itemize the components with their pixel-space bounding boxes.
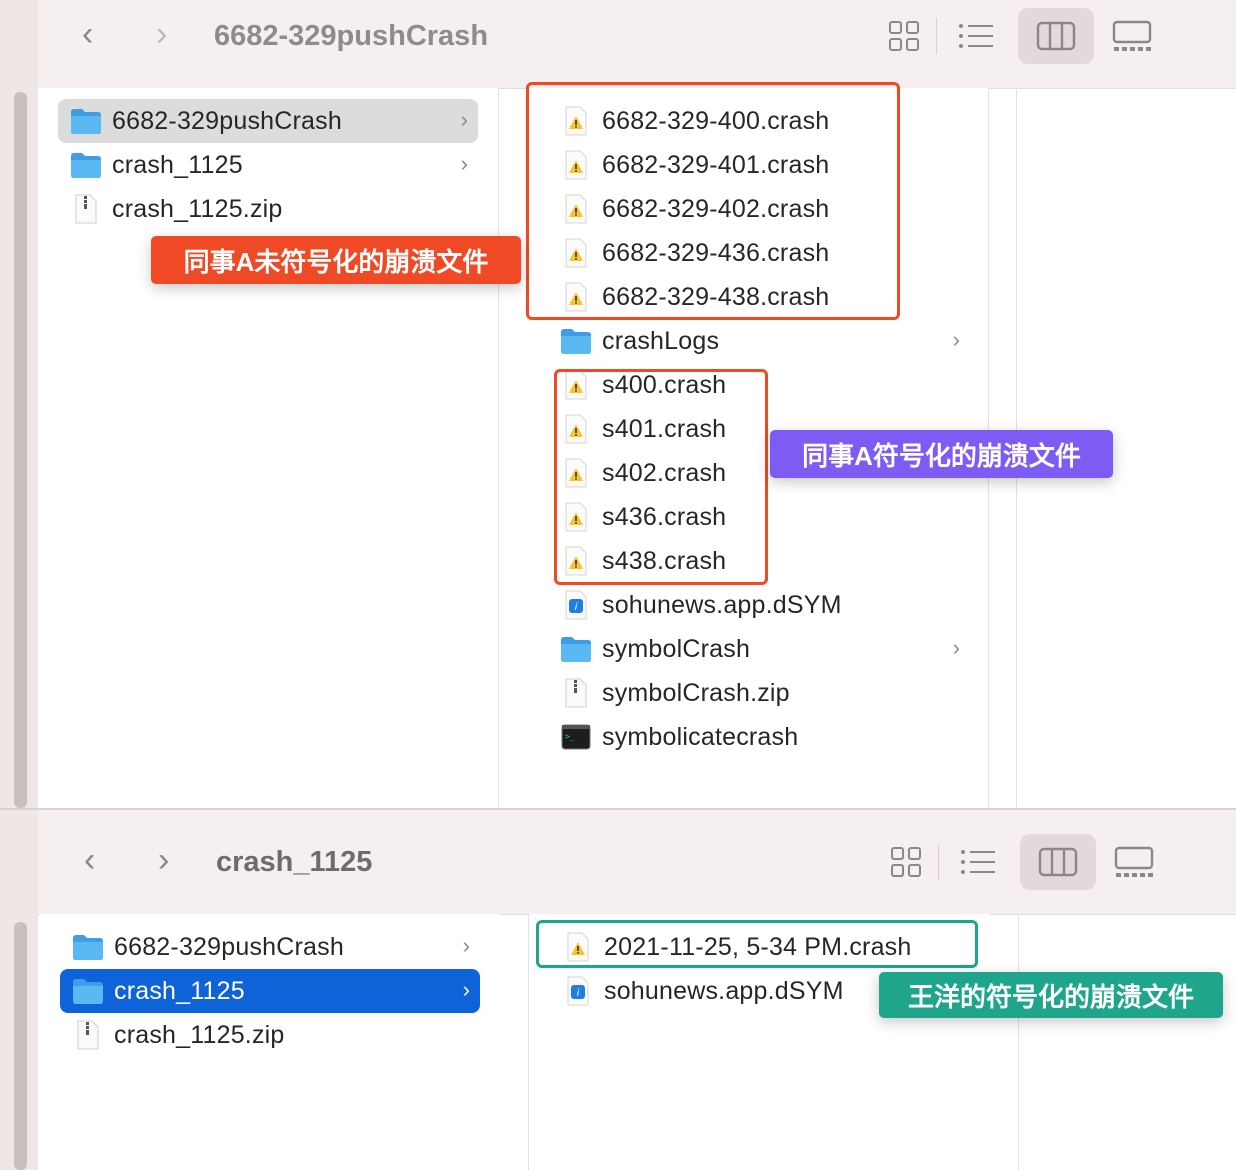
icon-view-button[interactable]: [868, 834, 944, 890]
chevron-right-icon: ›: [460, 151, 468, 176]
unsymbolicated-highlight-box: [526, 82, 900, 320]
gallery-view-button[interactable]: [1094, 8, 1170, 64]
divider: [936, 18, 937, 54]
chevron-right-icon: ›: [952, 327, 960, 352]
dsym-icon: i: [554, 583, 598, 627]
file-item[interactable]: i sohunews.app.dSYM: [554, 583, 970, 627]
item-label: crash_1125.zip: [114, 1020, 285, 1049]
sidebar-column: 6682-329pushCrash › crash_1125 › crash_1125.…: [40, 914, 500, 1170]
columns-icon: [1036, 21, 1076, 51]
back-button[interactable]: ‹: [84, 840, 95, 880]
finder-window-top: ‹ › 6682-329pushCrash 6682-329pushCrash ›…: [0, 0, 1236, 808]
sidebar-item[interactable]: 6682-329pushCrash ›: [60, 925, 480, 969]
grid-icon: [889, 21, 919, 51]
sidebar-item[interactable]: crash_1125.zip: [58, 187, 478, 231]
list-view-button[interactable]: [940, 834, 1016, 890]
item-label: sohunews.app.dSYM: [604, 976, 844, 1005]
sidebar-item[interactable]: crash_1125 ›: [58, 143, 478, 187]
zip-icon: [554, 671, 598, 715]
icon-view-button[interactable]: [866, 8, 942, 64]
column-view-button[interactable]: [1018, 8, 1094, 64]
folder-icon: [64, 99, 108, 143]
grid-icon: [891, 847, 921, 877]
finder-window-bottom: ‹ › crash_1125 6682-329pushCrash › crash_1…: [0, 810, 1236, 1170]
window-title: 6682-329pushCrash: [214, 20, 489, 52]
file-item[interactable]: symbolCrash.zip: [554, 671, 970, 715]
svg-text:i: i: [575, 602, 578, 613]
unsymbolicated-callout: 同事A未符号化的崩溃文件: [151, 236, 521, 284]
back-button[interactable]: ‹: [82, 14, 93, 54]
column-separator: [498, 88, 499, 808]
column-separator: [528, 914, 529, 1170]
sidebar-item[interactable]: crash_1125.zip: [60, 1013, 480, 1057]
folder-icon: [554, 319, 598, 363]
sidebar-item[interactable]: 6682-329pushCrash ›: [58, 99, 478, 143]
folder-icon: [66, 925, 110, 969]
sidebar-column: 6682-329pushCrash › crash_1125 › crash_1125.…: [38, 88, 498, 808]
scrollbar[interactable]: [14, 92, 27, 808]
item-label: crash_1125: [112, 150, 243, 179]
folder-icon: [554, 627, 598, 671]
terminal-icon: >_: [554, 715, 598, 759]
forward-button[interactable]: ›: [156, 14, 167, 54]
column-separator: [1018, 914, 1019, 1170]
column-view-button[interactable]: [1020, 834, 1096, 890]
divider: [938, 844, 939, 880]
list-icon: [959, 24, 993, 48]
chevron-right-icon: ›: [460, 107, 468, 132]
dsym-icon: i: [556, 969, 600, 1013]
gallery-view-button[interactable]: [1096, 834, 1172, 890]
svg-text:>_: >_: [565, 732, 575, 741]
wangyang-callout: 王洋的符号化的崩溃文件: [879, 972, 1223, 1018]
symbolicated-callout: 同事A符号化的崩溃文件: [770, 430, 1113, 478]
list-icon: [961, 850, 995, 874]
chevron-right-icon: ›: [462, 933, 470, 958]
list-view-button[interactable]: [938, 8, 1014, 64]
scrollbar[interactable]: [14, 922, 27, 1170]
sidebar-item[interactable]: crash_1125 ›: [60, 969, 480, 1013]
window-title: crash_1125: [216, 846, 373, 878]
window-edge: [0, 0, 38, 808]
item-label: symbolCrash.zip: [602, 678, 790, 707]
item-label: crash_1125: [114, 976, 245, 1005]
item-label: crashLogs: [602, 326, 720, 355]
svg-text:i: i: [577, 988, 580, 999]
chevron-right-icon: ›: [462, 977, 470, 1002]
chevron-right-icon: ›: [952, 635, 960, 660]
item-label: sohunews.app.dSYM: [602, 590, 842, 619]
zip-icon: [66, 1013, 110, 1057]
gallery-icon: [1112, 20, 1152, 51]
window-edge: [0, 810, 38, 1170]
item-label: 6682-329pushCrash: [114, 932, 344, 961]
gallery-icon: [1114, 846, 1154, 877]
file-item[interactable]: symbolCrash ›: [554, 627, 970, 671]
folder-icon: [66, 969, 110, 1013]
toolbar: ‹ › crash_1125: [38, 810, 1236, 915]
item-label: crash_1125.zip: [112, 194, 283, 223]
toolbar: ‹ › 6682-329pushCrash: [38, 0, 1236, 89]
columns-icon: [1038, 847, 1078, 877]
item-label: 6682-329pushCrash: [112, 106, 342, 135]
item-label: symbolicatecrash: [602, 722, 799, 751]
forward-button[interactable]: ›: [158, 840, 169, 880]
wangyang-highlight-box: [536, 920, 978, 968]
file-item[interactable]: crashLogs ›: [554, 319, 970, 363]
symbolicated-highlight-box: [554, 369, 768, 585]
item-label: symbolCrash: [602, 634, 751, 663]
zip-icon: [64, 187, 108, 231]
file-item[interactable]: >_ symbolicatecrash: [554, 715, 970, 759]
folder-icon: [64, 143, 108, 187]
